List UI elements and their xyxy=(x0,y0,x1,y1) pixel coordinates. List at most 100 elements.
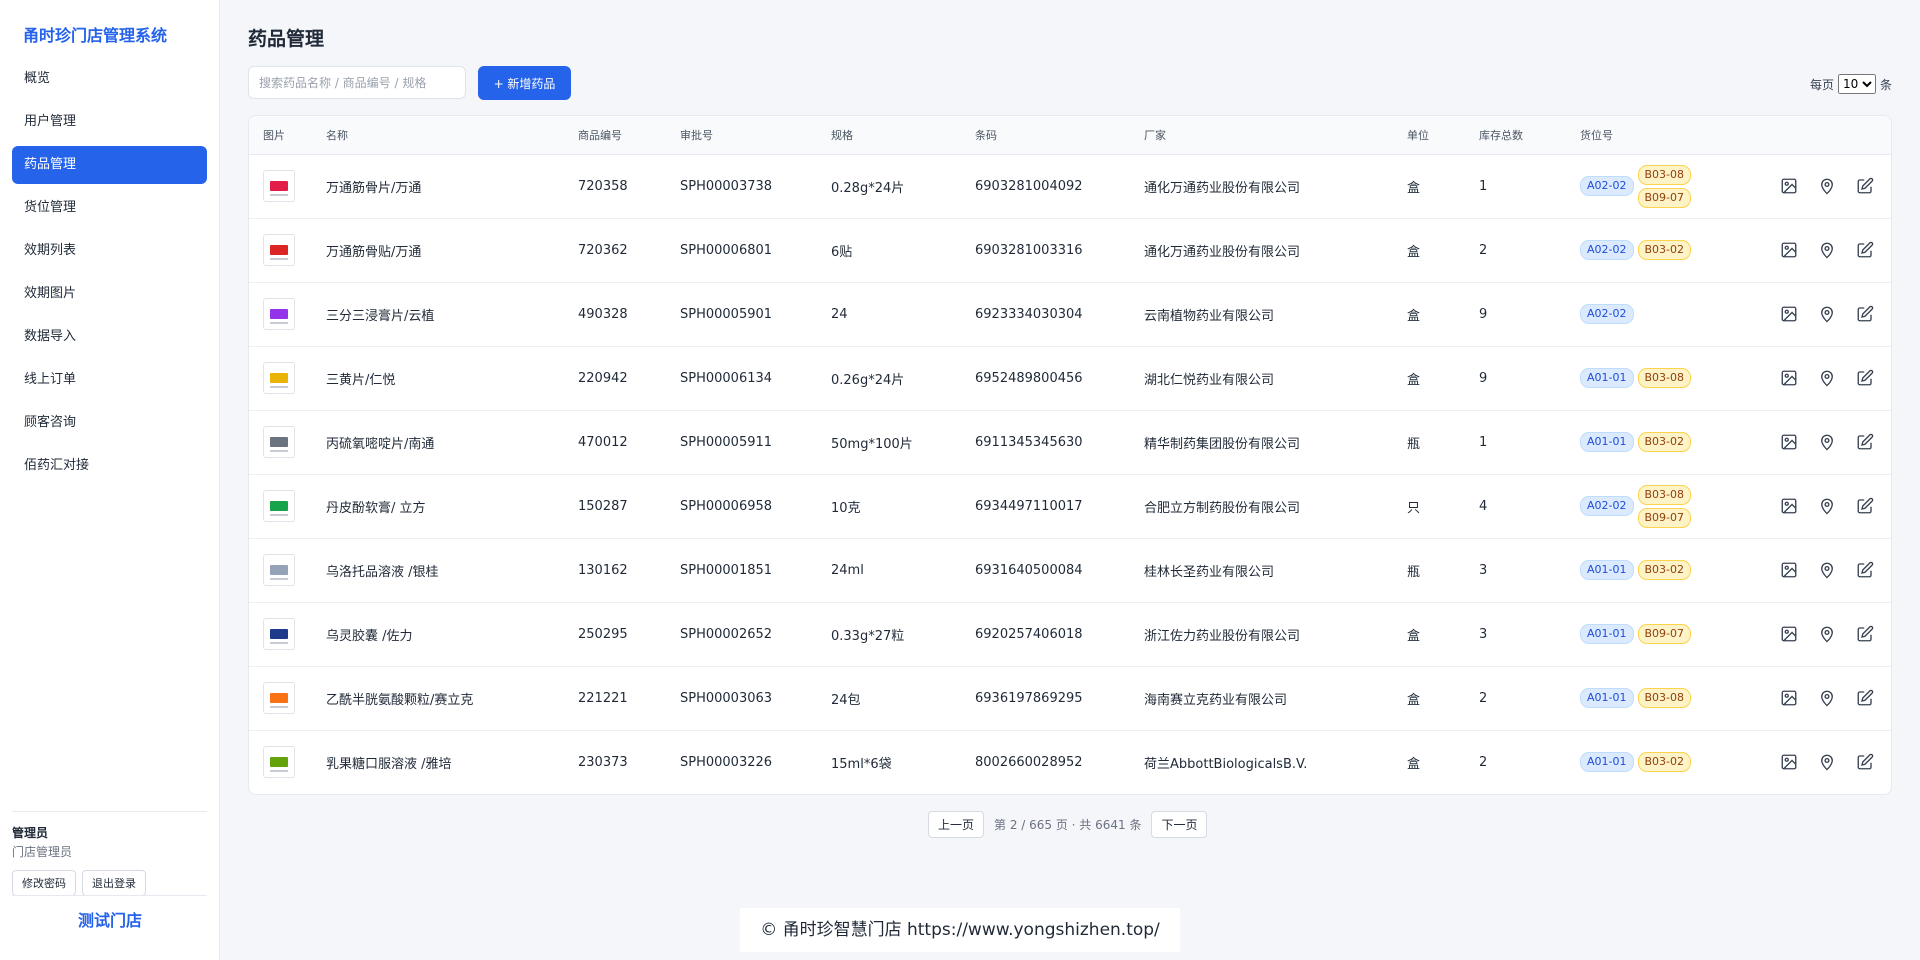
stock-total: 9 xyxy=(1479,306,1488,322)
image-icon[interactable] xyxy=(1777,558,1801,582)
location-pin-icon[interactable] xyxy=(1815,622,1839,646)
prev-page-button[interactable]: 上一页 xyxy=(928,811,985,838)
edit-icon[interactable] xyxy=(1853,238,1877,262)
product-thumbnail[interactable] xyxy=(263,426,295,458)
image-icon[interactable] xyxy=(1777,238,1801,262)
location-tag: B09-07 xyxy=(1637,187,1692,208)
location-pin-icon[interactable] xyxy=(1815,174,1839,198)
thumbnail-cell xyxy=(249,666,312,730)
product-thumbnail[interactable] xyxy=(263,746,295,779)
product-thumbnail[interactable] xyxy=(263,170,295,202)
location-tag: B03-02 xyxy=(1637,560,1692,580)
barcode: 6952489800456 xyxy=(975,370,1083,386)
location-pin-icon[interactable] xyxy=(1815,686,1839,710)
unit: 盒 xyxy=(1407,756,1421,772)
location-pin-icon[interactable] xyxy=(1815,750,1839,774)
manufacturer: 通化万通药业股份有限公司 xyxy=(1144,244,1301,260)
location-pin-icon[interactable] xyxy=(1815,558,1839,582)
specification: 24包 xyxy=(831,692,861,708)
user-role: 门店管理员 xyxy=(12,845,73,859)
sidebar-item[interactable]: 效期列表 xyxy=(12,232,207,270)
search-input[interactable] xyxy=(248,66,466,99)
logout-button[interactable]: 退出登录 xyxy=(82,870,146,896)
edit-icon[interactable] xyxy=(1853,622,1877,646)
sidebar-item[interactable]: 概览 xyxy=(12,60,207,98)
divider xyxy=(12,895,207,896)
unit: 盒 xyxy=(1407,692,1421,708)
image-icon[interactable] xyxy=(1777,622,1801,646)
edit-icon[interactable] xyxy=(1853,174,1877,198)
image-icon[interactable] xyxy=(1777,430,1801,454)
sidebar-item[interactable]: 佰药汇对接 xyxy=(12,447,207,485)
drug-name: 万通筋骨贴/万通 xyxy=(326,244,422,260)
product-thumbnail[interactable] xyxy=(263,362,295,394)
location-pin-icon[interactable] xyxy=(1815,302,1839,326)
edit-icon[interactable] xyxy=(1853,302,1877,326)
location-pin-icon[interactable] xyxy=(1815,366,1839,390)
location-pin-icon[interactable] xyxy=(1815,238,1839,262)
location-tag: B03-08 xyxy=(1637,164,1692,185)
product-thumbnail[interactable] xyxy=(263,682,295,714)
manufacturer: 海南赛立克药业有限公司 xyxy=(1144,692,1288,708)
page-size-select[interactable]: 10 xyxy=(1837,74,1876,94)
edit-icon[interactable] xyxy=(1853,686,1877,710)
image-icon[interactable] xyxy=(1777,494,1801,518)
sidebar-item[interactable]: 数据导入 xyxy=(12,318,207,356)
change-password-button[interactable]: 修改密码 xyxy=(12,870,76,896)
location-cell: A01-01 B03-08 xyxy=(1566,666,1763,730)
thumbnail-cell xyxy=(249,154,312,218)
sidebar-item[interactable]: 效期图片 xyxy=(12,275,207,313)
location-tag: B03-08 xyxy=(1637,484,1692,505)
image-icon[interactable] xyxy=(1777,750,1801,774)
column-header: 条码 xyxy=(961,116,1130,155)
location-tag: A02-02 xyxy=(1580,240,1634,260)
location-cell: A01-01 B03-08 xyxy=(1566,346,1763,410)
approval-number: SPH00003063 xyxy=(680,690,773,706)
manufacturer: 荷兰AbbottBiologicalsB.V. xyxy=(1144,756,1308,772)
edit-icon[interactable] xyxy=(1853,750,1877,774)
specification: 10克 xyxy=(831,500,861,516)
specification: 15ml*6袋 xyxy=(831,756,892,772)
next-page-button[interactable]: 下一页 xyxy=(1151,811,1208,838)
table-row: 丙硫氧嘧啶片/南通 470012 SPH00005911 50mg*100片 69113… xyxy=(249,410,1891,474)
sidebar-item[interactable]: 货位管理 xyxy=(12,189,207,227)
actions-cell xyxy=(1763,218,1891,282)
image-icon[interactable] xyxy=(1777,174,1801,198)
location-tag: B03-02 xyxy=(1637,240,1692,260)
sidebar-item[interactable]: 用户管理 xyxy=(12,103,207,141)
manufacturer: 云南植物药业有限公司 xyxy=(1144,308,1275,324)
thumbnail-cell xyxy=(249,410,312,474)
unit: 瓶 xyxy=(1407,436,1421,452)
column-header: 单位 xyxy=(1393,116,1465,155)
location-cell: A01-01 B03-02 xyxy=(1566,730,1763,794)
barcode: 6903281004092 xyxy=(975,178,1083,194)
location-pin-icon[interactable] xyxy=(1815,494,1839,518)
table-body: 万通筋骨片/万通 720358 SPH00003738 0.28g*24片 690328… xyxy=(249,154,1891,794)
product-thumbnail[interactable] xyxy=(263,618,295,650)
product-thumbnail[interactable] xyxy=(263,298,295,330)
image-icon[interactable] xyxy=(1777,686,1801,710)
approval-number: SPH00001851 xyxy=(680,562,773,578)
actions-cell xyxy=(1763,474,1891,538)
location-tag: B09-07 xyxy=(1637,624,1692,644)
product-thumbnail[interactable] xyxy=(263,554,295,586)
edit-icon[interactable] xyxy=(1853,366,1877,390)
approval-number: SPH00003738 xyxy=(680,178,773,194)
edit-icon[interactable] xyxy=(1853,494,1877,518)
edit-icon[interactable] xyxy=(1853,430,1877,454)
location-tag: B03-02 xyxy=(1637,752,1692,773)
sidebar-item[interactable]: 药品管理 xyxy=(12,146,207,184)
sidebar-item[interactable]: 顾客咨询 xyxy=(12,404,207,442)
manufacturer: 湖北仁悦药业有限公司 xyxy=(1144,372,1275,388)
product-code: 720362 xyxy=(578,242,628,258)
product-code: 470012 xyxy=(578,434,628,450)
edit-icon[interactable] xyxy=(1853,558,1877,582)
product-thumbnail[interactable] xyxy=(263,234,295,266)
image-icon[interactable] xyxy=(1777,366,1801,390)
product-thumbnail[interactable] xyxy=(263,490,295,522)
location-cell: A02-02 B03-08 B09-07 xyxy=(1566,474,1763,538)
location-pin-icon[interactable] xyxy=(1815,430,1839,454)
add-drug-button[interactable]: + 新增药品 xyxy=(478,66,571,100)
image-icon[interactable] xyxy=(1777,302,1801,326)
sidebar-item[interactable]: 线上订单 xyxy=(12,361,207,399)
